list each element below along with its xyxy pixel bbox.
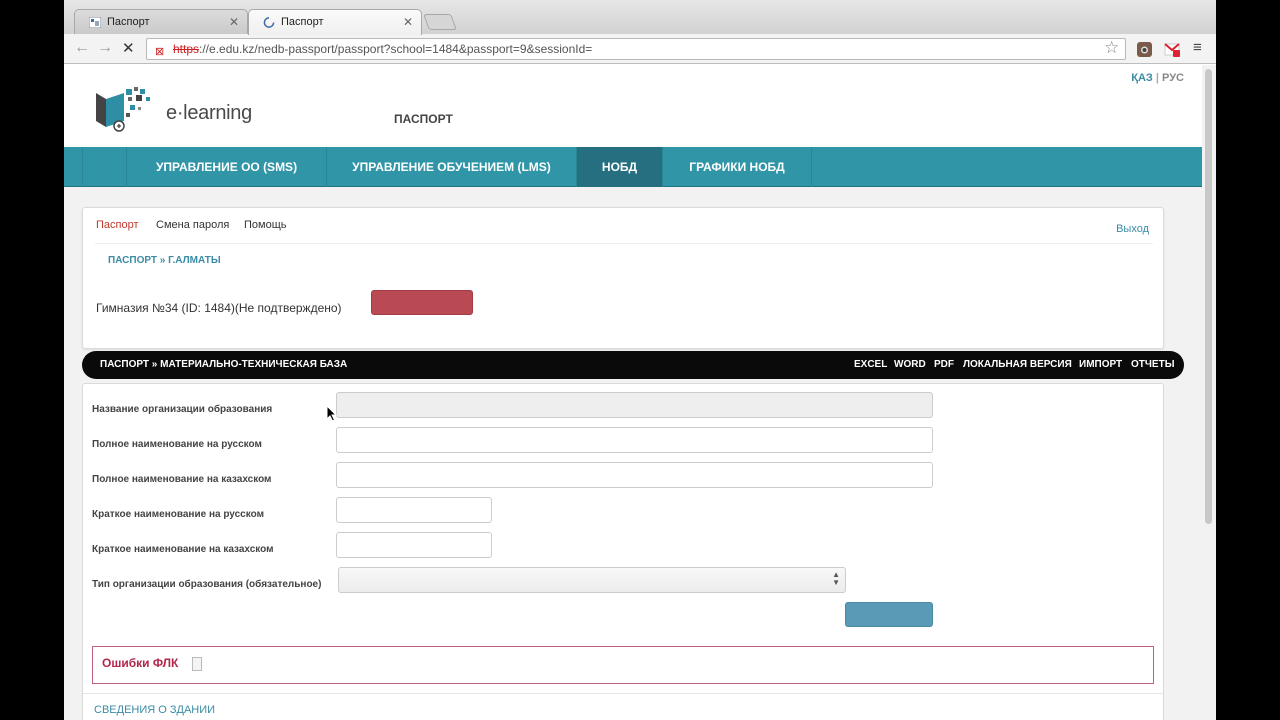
language-switcher: ҚАЗ | РУС <box>1131 72 1184 84</box>
nav-item-nobd[interactable]: НОБД <box>576 147 662 187</box>
full-name-ru-input[interactable] <box>336 427 933 453</box>
section-toolbar: ПАСПОРТ » МАТЕРИАЛЬНО-ТЕХНИЧЕСКАЯ БАЗА E… <box>82 351 1184 379</box>
gmail-extension-icon[interactable] <box>1164 41 1181 58</box>
logo-text: e·learning <box>166 102 252 124</box>
forward-arrow-icon[interactable]: → <box>97 39 113 57</box>
page-title: ПАСПОРТ <box>394 112 453 126</box>
subnav-change-password[interactable]: Смена пароля <box>156 219 229 231</box>
confirm-button[interactable] <box>371 290 473 315</box>
short-name-kz-input[interactable] <box>336 532 492 558</box>
lang-kz-link[interactable]: ҚАЗ <box>1131 72 1153 84</box>
url-scheme: https <box>173 42 200 56</box>
divider <box>83 693 1163 694</box>
stop-loading-icon[interactable]: ✕ <box>122 39 135 57</box>
flk-errors-panel: Ошибки ФЛК <box>92 646 1154 684</box>
select-arrows-icon: ▲ ▼ <box>832 570 840 587</box>
browser-tab-2[interactable]: Паспорт ✕ <box>248 9 422 35</box>
subnav-passport[interactable]: Паспорт <box>96 219 139 231</box>
browser-toolbar: ← → ✕ ⊠ https://e.edu.kz/nedb-passport/p… <box>64 34 1216 64</box>
close-tab-icon[interactable]: ✕ <box>403 10 413 34</box>
lang-separator: | <box>1155 72 1159 84</box>
bookmark-star-icon[interactable]: ☆ <box>1104 38 1119 58</box>
close-tab-icon[interactable]: ✕ <box>229 10 239 34</box>
export-pdf-link[interactable]: PDF <box>934 351 954 379</box>
field-label: Тип организации образования (обязательно… <box>92 579 322 590</box>
logout-link[interactable]: Выход <box>1116 223 1149 235</box>
local-version-link[interactable]: ЛОКАЛЬНАЯ ВЕРСИЯ <box>963 351 1072 379</box>
elearning-logo-icon <box>96 87 150 132</box>
building-info-link[interactable]: СВЕДЕНИЯ О ЗДАНИИ <box>94 704 215 716</box>
passport-info-card: Паспорт Смена пароля Помощь Выход ПАСПОР… <box>82 207 1164 349</box>
back-arrow-icon[interactable]: ← <box>74 39 90 57</box>
flk-errors-title[interactable]: Ошибки ФЛК <box>102 656 178 670</box>
divider <box>95 243 1153 244</box>
nav-item-lms[interactable]: УПРАВЛЕНИЕ ОБУЧЕНИЕМ (LMS) <box>326 147 576 187</box>
field-label: Полное наименование на русском <box>92 439 262 450</box>
loading-spinner-icon <box>263 17 275 28</box>
lang-ru-link[interactable]: РУС <box>1162 72 1184 84</box>
nav-item-sms[interactable]: УПРАВЛЕНИЕ ОО (SMS) <box>126 147 326 187</box>
tab-title: Паспорт <box>107 16 150 28</box>
page-content: e·learning ПАСПОРТ ҚАЗ | РУС УПРАВЛЕНИЕ … <box>64 65 1216 720</box>
insecure-lock-icon: ⊠ <box>155 46 165 58</box>
tab-strip: Паспорт ✕ Паспорт ✕ <box>64 0 1216 35</box>
save-button[interactable] <box>845 602 933 627</box>
subnav-help[interactable]: Помощь <box>244 219 287 231</box>
site-header: e·learning ПАСПОРТ ҚАЗ | РУС <box>64 65 1202 147</box>
field-label: Краткое наименование на казахском <box>92 544 274 555</box>
nav-item-nobd-charts[interactable]: ГРАФИКИ НОБД <box>662 147 812 187</box>
school-status: Гимназия №34 (ID: 1484)(Не подтверждено) <box>96 301 342 315</box>
url-path: ://e.edu.kz/nedb-passport/passport?schoo… <box>199 42 593 56</box>
mouse-cursor-icon <box>326 405 338 422</box>
new-tab-button[interactable] <box>423 14 457 30</box>
full-name-kz-input[interactable] <box>336 462 933 488</box>
field-label: Полное наименование на казахском <box>92 474 272 485</box>
import-link[interactable]: ИМПОРТ <box>1079 351 1122 379</box>
page-scrollbar[interactable] <box>1205 69 1212 524</box>
browser-tab-1[interactable]: Паспорт ✕ <box>74 9 248 35</box>
export-excel-link[interactable]: EXCEL <box>854 351 887 379</box>
short-name-ru-input[interactable] <box>336 497 492 523</box>
page-favicon-icon <box>89 17 101 28</box>
instagram-extension-icon[interactable] <box>1136 41 1153 58</box>
main-nav: УПРАВЛЕНИЕ ОО (SMS) УПРАВЛЕНИЕ ОБУЧЕНИЕМ… <box>64 147 1202 187</box>
expand-toggle[interactable] <box>192 657 202 671</box>
section-breadcrumb: ПАСПОРТ » МАТЕРИАЛЬНО-ТЕХНИЧЕСКАЯ БАЗА <box>100 359 348 370</box>
export-word-link[interactable]: WORD <box>894 351 926 379</box>
org-name-input[interactable] <box>336 392 933 418</box>
reports-link[interactable]: ОТЧЕТЫ <box>1131 351 1174 379</box>
menu-icon[interactable]: ≡ <box>1193 39 1202 56</box>
address-bar[interactable]: ⊠ https://e.edu.kz/nedb-passport/passpor… <box>146 38 1126 60</box>
nav-spacer <box>82 147 126 187</box>
org-type-select[interactable]: ▲ ▼ <box>338 567 846 593</box>
organization-form: Название организации образования Полное … <box>82 383 1164 720</box>
field-label: Краткое наименование на русском <box>92 509 264 520</box>
field-label: Название организации образования <box>92 404 273 415</box>
browser-window: Паспорт ✕ Паспорт ✕ ← → ✕ ⊠ https://e.ed… <box>64 0 1216 720</box>
tab-title: Паспорт <box>281 16 324 28</box>
breadcrumb: ПАСПОРТ » Г.АЛМАТЫ <box>108 255 221 266</box>
